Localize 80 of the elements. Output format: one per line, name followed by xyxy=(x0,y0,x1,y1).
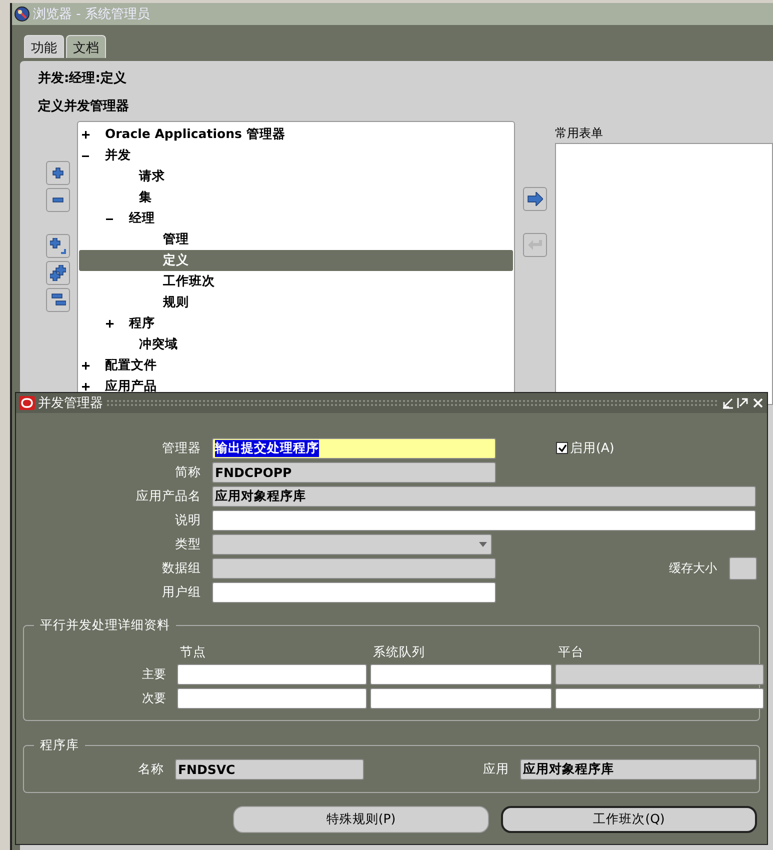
minimize-icon[interactable] xyxy=(722,397,734,409)
double-minus-icon xyxy=(50,292,66,308)
tree-item[interactable]: 并发 xyxy=(79,145,513,166)
input-field[interactable] xyxy=(370,688,552,709)
field-label: 说明 xyxy=(174,512,202,528)
favorites-label: 常用表单 xyxy=(555,125,604,142)
input-field[interactable] xyxy=(177,688,367,709)
input-field[interactable] xyxy=(177,664,367,685)
dropdown-arrow-icon xyxy=(479,542,487,546)
field-label: 简称 xyxy=(174,464,202,480)
input-field[interactable]: 应用对象程序库 xyxy=(212,486,756,506)
tree-item[interactable]: 冲突域 xyxy=(79,334,513,355)
window-title: 浏览器 - 系统管理员 xyxy=(33,6,150,23)
plus-icon xyxy=(50,165,66,181)
checkmark-icon xyxy=(558,444,566,452)
minus-button[interactable] xyxy=(46,188,70,212)
plus-icon[interactable] xyxy=(82,382,90,390)
double-minus-button[interactable] xyxy=(46,288,70,312)
dropdown-field[interactable] xyxy=(212,534,492,554)
column-header: 系统队列 xyxy=(372,644,426,661)
row-label: 主要 xyxy=(141,666,167,683)
input-field[interactable]: 输出提交处理程序 xyxy=(212,438,496,458)
plus-icon[interactable] xyxy=(106,320,114,328)
tree-item[interactable]: 程序 xyxy=(79,313,513,334)
dialog-title: 并发管理器 xyxy=(38,395,103,412)
globe-icon xyxy=(14,6,30,22)
field-label: 数据组 xyxy=(161,560,202,576)
group-title: 平行并发处理详细资料 xyxy=(34,617,176,634)
field-label: 应用 xyxy=(482,761,510,778)
input-field[interactable]: FNDCPOPP xyxy=(212,462,496,482)
input-field[interactable] xyxy=(212,582,496,602)
input-field[interactable] xyxy=(212,558,496,578)
plus-icon[interactable] xyxy=(82,130,90,138)
input-field[interactable] xyxy=(729,556,757,580)
tab[interactable]: 功能 xyxy=(24,35,64,58)
input-field[interactable] xyxy=(212,510,756,530)
left-arrow-icon xyxy=(527,238,543,252)
group-title: 程序库 xyxy=(34,737,85,754)
tree-item[interactable]: 配置文件 xyxy=(79,355,513,376)
tree-item[interactable]: 集 xyxy=(79,187,513,208)
input-field[interactable] xyxy=(555,688,764,709)
tree-item[interactable]: 规则 xyxy=(79,292,513,313)
maximize-icon[interactable] xyxy=(737,397,749,409)
tree-item[interactable]: 管理 xyxy=(79,229,513,250)
tree-item[interactable]: 经理 xyxy=(79,208,513,229)
enabled-checkbox[interactable]: 启用(A) xyxy=(556,440,614,456)
field-label: 类型 xyxy=(174,536,202,552)
double-plus-icon xyxy=(50,265,66,281)
input-field[interactable] xyxy=(370,664,552,685)
dialog-button[interactable]: 工作班次(Q) xyxy=(501,806,757,833)
page-heading: 定义并发管理器 xyxy=(36,98,130,115)
input-field[interactable]: FNDSVC xyxy=(175,759,364,780)
right-arrow-icon xyxy=(527,192,543,206)
field-label: 名称 xyxy=(137,761,165,778)
add-to-favorites-button[interactable] xyxy=(523,187,547,211)
close-icon[interactable] xyxy=(752,397,764,409)
field-label: 缓存大小 xyxy=(669,560,717,576)
field-label: 用户组 xyxy=(161,584,202,600)
tree-item[interactable]: 工作班次 xyxy=(79,271,513,292)
input-field[interactable] xyxy=(555,664,764,685)
dialog-button[interactable]: 特殊规则(P) xyxy=(233,806,489,833)
plus-arrow-button[interactable] xyxy=(46,234,70,258)
double-plus-button[interactable] xyxy=(46,261,70,285)
plus-button[interactable] xyxy=(46,161,70,185)
breadcrumb: 并发:经理:定义 xyxy=(37,70,128,87)
column-header: 平台 xyxy=(557,644,585,661)
oracle-logo-icon xyxy=(19,396,35,410)
tree-item[interactable]: 应用产品 xyxy=(79,376,513,397)
plus-arrow-icon xyxy=(50,238,66,254)
tree-item[interactable]: 定义 xyxy=(79,250,513,271)
row-label: 次要 xyxy=(141,690,167,707)
tree-item[interactable]: 请求 xyxy=(79,166,513,187)
tree-item[interactable]: Oracle Applications 管理器 xyxy=(79,124,513,145)
plus-icon[interactable] xyxy=(82,362,90,370)
field-label: 管理器 xyxy=(161,440,202,456)
column-header: 节点 xyxy=(179,644,207,661)
field-label: 应用产品名 xyxy=(135,488,202,504)
favorites-list[interactable] xyxy=(555,143,773,405)
input-field[interactable]: 应用对象程序库 xyxy=(520,759,757,780)
tab[interactable]: 文档 xyxy=(66,35,106,58)
